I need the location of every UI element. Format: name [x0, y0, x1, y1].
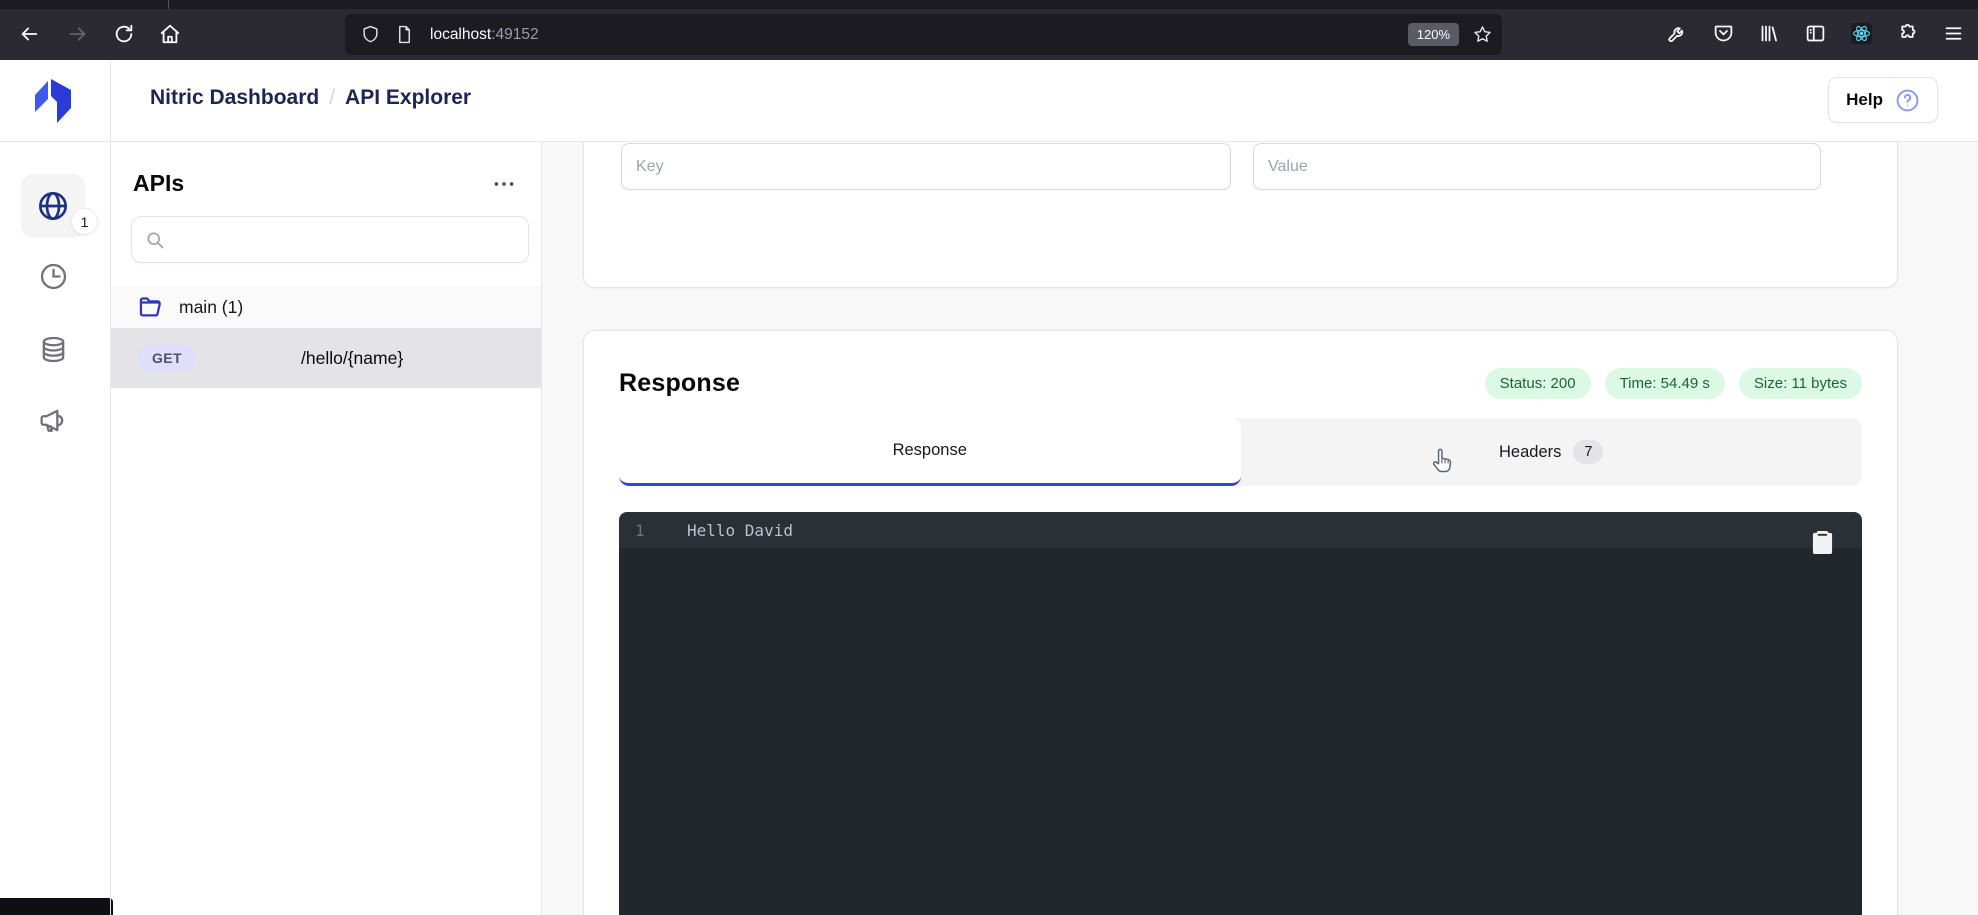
response-card: Response Status: 200 Time: 54.49 s Size:… [583, 330, 1898, 915]
copy-clipboard-icon[interactable] [1811, 529, 1834, 556]
code-text: Hello David [687, 521, 793, 540]
browser-tabstrip [0, 0, 1978, 9]
devtools-wrench-icon[interactable] [1667, 23, 1688, 44]
param-key-input[interactable] [621, 143, 1231, 190]
menu-hamburger-icon[interactable] [1943, 23, 1964, 44]
globe-icon [37, 190, 69, 222]
sidebar-toggle-icon[interactable] [1805, 23, 1826, 44]
library-icon[interactable] [1759, 23, 1780, 44]
breadcrumb-separator: / [329, 86, 335, 109]
pocket-icon[interactable] [1713, 23, 1734, 44]
rail-item-schedules[interactable] [39, 262, 68, 291]
headers-count-badge: 7 [1573, 440, 1603, 464]
search-input[interactable] [175, 231, 515, 249]
status-badge: Status: 200 [1485, 368, 1591, 399]
folder-icon [137, 294, 164, 321]
browser-toolbar: localhost:49152 120% [0, 9, 1978, 60]
breadcrumb: Nitric Dashboard / API Explorer [150, 86, 471, 110]
tab-headers-label: Headers [1499, 443, 1561, 462]
apis-panel-title: APIs [133, 170, 184, 197]
sidebar-divider [110, 60, 111, 915]
breadcrumb-page: API Explorer [345, 86, 471, 109]
bookmark-star-icon[interactable] [1473, 25, 1492, 44]
help-button[interactable]: Help [1828, 77, 1938, 123]
search-icon [145, 230, 165, 250]
apis-count-badge: 1 [71, 208, 98, 235]
tab-response-label: Response [893, 441, 967, 460]
main-content: Response Status: 200 Time: 54.49 s Size:… [542, 142, 1978, 915]
endpoint-path: /hello/{name} [301, 348, 403, 369]
tab-headers[interactable]: Headers 7 [1241, 418, 1863, 486]
nitric-logo[interactable] [29, 75, 77, 127]
time-badge: Time: 54.49 s [1605, 368, 1725, 399]
response-title: Response [619, 369, 740, 398]
api-search-box[interactable] [131, 216, 529, 263]
icon-rail: 1 [0, 142, 110, 915]
rail-item-topics-megaphone-icon[interactable] [38, 406, 67, 435]
response-tabs: Response Headers 7 [619, 418, 1862, 486]
apis-panel: APIs main (1) GET /hello/{name} [111, 142, 542, 915]
screen: localhost:49152 120% [0, 0, 1978, 915]
url-bar[interactable]: localhost:49152 120% [345, 14, 1502, 55]
api-folder-main[interactable]: main (1) [111, 286, 541, 328]
react-devtools-icon[interactable] [1851, 23, 1872, 44]
endpoint-row[interactable]: GET /hello/{name} [111, 328, 541, 388]
back-icon[interactable] [18, 23, 40, 45]
forward-icon[interactable] [67, 23, 89, 45]
line-number: 1 [635, 521, 665, 540]
api-tree: main (1) GET /hello/{name} [111, 286, 541, 388]
breadcrumb-app[interactable]: Nitric Dashboard [150, 86, 319, 109]
extensions-puzzle-icon[interactable] [1897, 23, 1918, 44]
help-question-icon [1895, 88, 1920, 113]
url-text[interactable]: localhost:49152 [430, 26, 1408, 44]
folder-label: main (1) [179, 297, 243, 318]
help-label: Help [1846, 90, 1883, 110]
shield-icon[interactable] [361, 25, 380, 44]
zoom-level-badge[interactable]: 120% [1408, 23, 1459, 46]
browser-status-tooltip [0, 898, 113, 915]
response-body-code: 1 Hello David [619, 512, 1862, 915]
url-port: :49152 [491, 26, 538, 43]
request-params-card [583, 142, 1898, 288]
param-value-input[interactable] [1253, 143, 1821, 190]
tab-divider [168, 0, 169, 9]
rail-item-storage-database-icon[interactable] [39, 335, 68, 364]
reload-icon[interactable] [113, 23, 135, 45]
url-host: localhost [430, 26, 491, 43]
tab-response[interactable]: Response [619, 418, 1241, 486]
home-icon[interactable] [159, 23, 181, 45]
app-header: Nitric Dashboard / API Explorer Help [0, 60, 1978, 142]
size-badge: Size: 11 bytes [1739, 368, 1862, 399]
response-meta-badges: Status: 200 Time: 54.49 s Size: 11 bytes [1485, 368, 1862, 399]
method-badge: GET [138, 344, 196, 372]
apis-menu-ellipsis-icon[interactable] [491, 171, 517, 197]
code-line: 1 Hello David [619, 512, 1862, 548]
toolbar-extensions-area [1667, 23, 1964, 44]
page-info-icon[interactable] [395, 25, 414, 44]
